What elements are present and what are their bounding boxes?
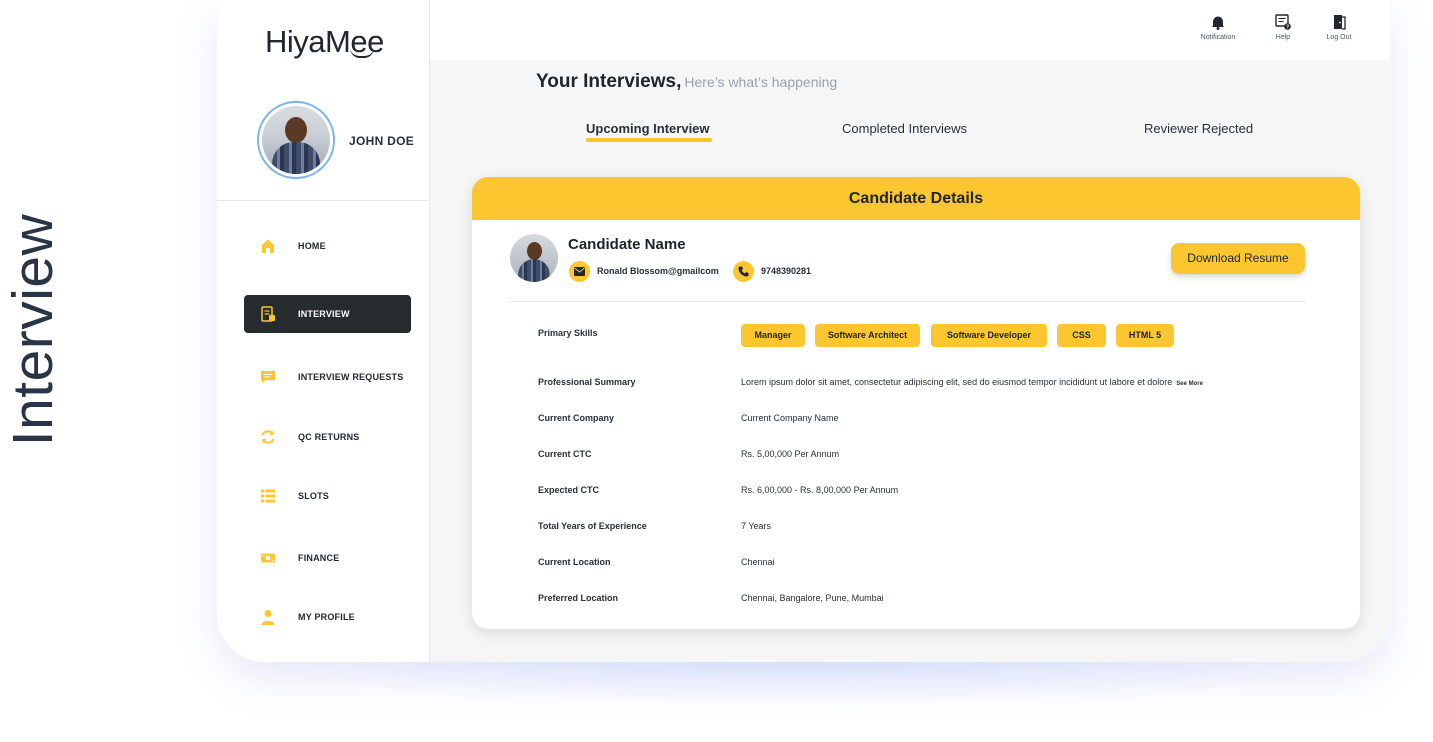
sidebar-item-my-profile[interactable]: MY PROFILE — [244, 598, 411, 636]
sidebar-item-label: INTERVIEW — [298, 309, 350, 319]
see-more-link[interactable]: See More — [1176, 381, 1203, 387]
candidate-phone[interactable]: 9748390281 — [761, 266, 811, 276]
phone-icon — [733, 261, 754, 282]
sidebar-item-label: HOME — [298, 241, 326, 251]
sidebar-item-qc-returns[interactable]: QC RETURNS — [244, 418, 411, 456]
sidebar-item-label: SLOTS — [298, 491, 330, 501]
detail-label: Total Years of Experience — [538, 521, 647, 531]
avatar-photo — [262, 106, 330, 174]
detail-value: 7 Years — [741, 521, 772, 531]
top-bar: Notification ? Help Log Out — [430, 0, 1390, 60]
help-label: Help — [1275, 34, 1291, 41]
avatar-head — [285, 117, 307, 143]
skill-chip: Software Developer — [931, 324, 1047, 347]
detail-label: Preferred Location — [538, 593, 619, 603]
logout-icon — [1331, 14, 1347, 30]
notification-button[interactable]: Notification — [1188, 14, 1248, 41]
bell-icon — [1210, 14, 1226, 30]
help-button[interactable]: ? Help — [1253, 14, 1313, 41]
sidebar-item-label: INTERVIEW REQUESTS — [298, 372, 404, 382]
sidebar-item-label: QC RETURNS — [298, 432, 360, 442]
side-title: Interview — [1, 213, 65, 447]
sidebar-item-slots[interactable]: SLOTS — [244, 477, 411, 515]
svg-text:?: ? — [1286, 25, 1289, 31]
message-icon — [260, 369, 276, 385]
card-divider — [509, 301, 1306, 302]
email-icon — [569, 261, 590, 282]
candidate-email[interactable]: Ronald Blossom@gmailcom — [597, 266, 719, 276]
skill-chip: CSS — [1057, 324, 1106, 347]
sidebar-item-finance[interactable]: FINANCE — [244, 539, 411, 577]
download-resume-button[interactable]: Download Resume — [1171, 243, 1305, 274]
professional-summary-text: Lorem ipsum dolor sit amet, consectetur … — [741, 377, 1173, 387]
candidate-avatar-body — [518, 259, 550, 282]
interview-icon — [260, 306, 276, 322]
logout-label: Log Out — [1326, 34, 1352, 41]
money-icon — [260, 550, 276, 566]
sidebar-item-label: FINANCE — [298, 553, 340, 563]
sidebar-item-home[interactable]: HOME — [244, 227, 411, 265]
tab-completed-interviews[interactable]: Completed Interviews — [842, 121, 967, 136]
skills-label: Primary Skills — [538, 328, 598, 338]
detail-label: Expected CTC — [538, 485, 600, 495]
help-icon: ? — [1275, 14, 1291, 30]
detail-value: Chennai — [741, 557, 775, 567]
page-title-text: Your Interviews, — [536, 71, 682, 92]
sidebar: HiyaMee JOHN DOE HOME INTERVIEW INTERVIE… — [217, 0, 430, 662]
candidate-avatar-head — [527, 242, 542, 260]
detail-label: Professional Summary — [538, 377, 636, 387]
user-icon — [260, 609, 276, 625]
skill-chip: Manager — [741, 324, 805, 347]
user-avatar[interactable] — [257, 101, 335, 179]
tab-reviewer-rejected[interactable]: Reviewer Rejected — [1144, 121, 1253, 136]
page-subtitle: Here’s what’s happening — [684, 74, 838, 90]
page-title: Your Interviews, Here’s what’s happening — [536, 71, 837, 93]
card-title: Candidate Details — [472, 177, 1360, 220]
tab-upcoming-interview[interactable]: Upcoming Interview — [586, 121, 710, 136]
sidebar-item-interview[interactable]: INTERVIEW — [244, 295, 411, 333]
detail-label: Current CTC — [538, 449, 592, 459]
user-name: JOHN DOE — [349, 134, 415, 148]
detail-value: Chennai, Bangalore, Pune, Mumbai — [741, 593, 884, 603]
candidate-details-card: Candidate Details Candidate Name Ronald … — [472, 177, 1360, 629]
candidate-name: Candidate Name — [568, 236, 686, 253]
sidebar-divider — [217, 200, 430, 201]
home-icon — [260, 238, 276, 254]
sidebar-item-interview-requests[interactable]: INTERVIEW REQUESTS — [244, 358, 411, 396]
active-tab-indicator — [586, 138, 712, 142]
notification-label: Notification — [1200, 34, 1236, 41]
detail-label: Current Company — [538, 413, 615, 423]
app-frame: HiyaMee JOHN DOE HOME INTERVIEW INTERVIE… — [217, 0, 1390, 662]
avatar-body — [272, 142, 320, 174]
list-icon — [260, 488, 276, 504]
detail-label: Current Location — [538, 557, 611, 567]
detail-value: Current Company Name — [741, 413, 839, 423]
refresh-icon — [260, 429, 276, 445]
detail-value: Lorem ipsum dolor sit amet, consectetur … — [741, 377, 1203, 387]
sidebar-item-label: MY PROFILE — [298, 612, 355, 622]
candidate-avatar — [510, 234, 558, 282]
skill-chip: HTML 5 — [1116, 324, 1174, 347]
logout-button[interactable]: Log Out — [1309, 14, 1369, 41]
detail-value: Rs. 6,00,000 - Rs. 8,00,000 Per Annum — [741, 485, 899, 495]
skill-chip: Software Architect — [815, 324, 920, 347]
detail-value: Rs. 5,00,000 Per Annum — [741, 449, 840, 459]
